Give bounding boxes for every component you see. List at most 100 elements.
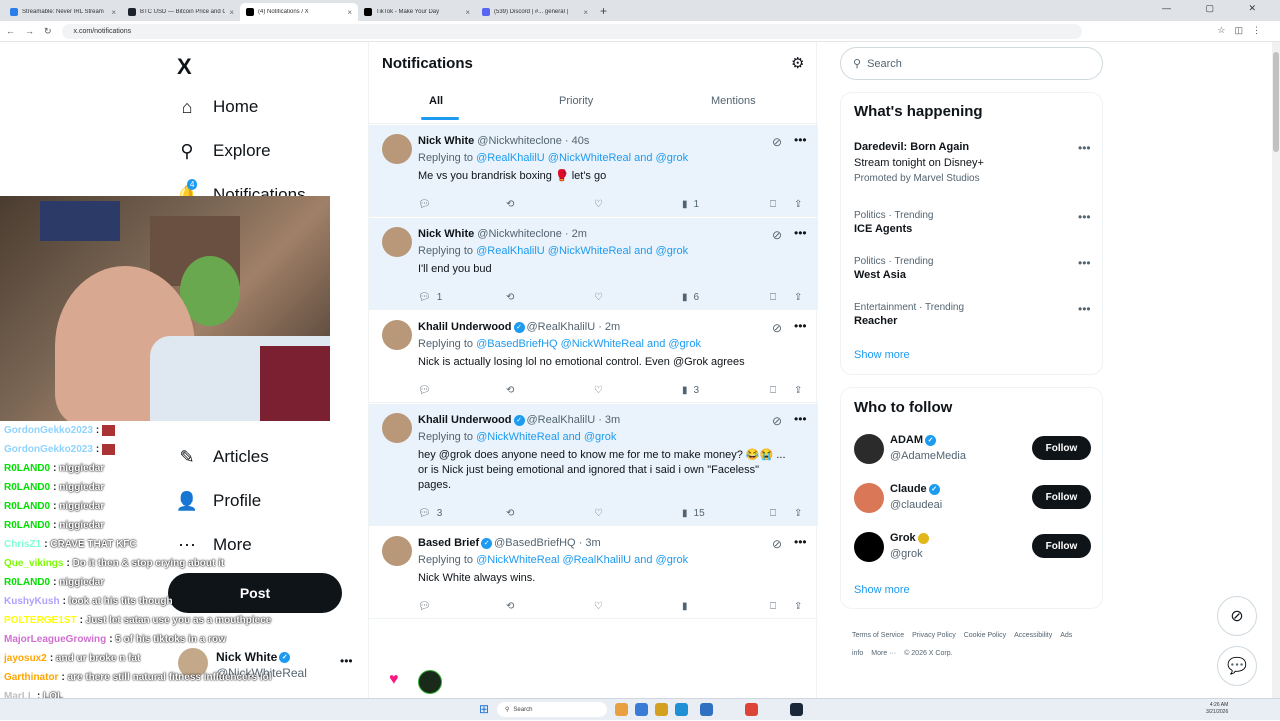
nav-item-home[interactable]: ⌂ Home [177, 97, 259, 117]
more-icon[interactable]: ••• [794, 319, 807, 333]
close-icon[interactable]: × [111, 8, 116, 17]
post-time[interactable]: · 3m [579, 537, 601, 549]
show-more-link[interactable]: Show more [854, 584, 910, 596]
mention-links[interactable]: @RealKhalilU @NickWhiteReal and @grok [476, 245, 688, 257]
browser-tab[interactable]: (4) Notifications / X × [240, 3, 358, 21]
share-button[interactable]: ⇪ [794, 199, 802, 210]
window-controls[interactable]: — ▢ ✕ [1162, 3, 1272, 14]
more-icon[interactable]: ••• [1078, 210, 1091, 224]
browser-tab[interactable]: BTC USD — Bitcoin Price and C × [122, 3, 240, 21]
author-name[interactable]: Based Brief [418, 537, 479, 549]
share-button[interactable]: ⇪ [794, 508, 802, 519]
windows-icon[interactable]: ⊞ [479, 702, 489, 716]
steam-icon[interactable] [790, 703, 803, 716]
more-icon[interactable]: ••• [1078, 256, 1091, 270]
grok-icon[interactable]: ⊘ [772, 537, 782, 551]
views-button[interactable]: ▮ 6 [682, 292, 699, 303]
avatar[interactable] [382, 413, 412, 443]
messages-icon[interactable]: 💬 [1217, 646, 1257, 686]
browser-toolbar-icons[interactable]: ☆◫⋮ [1217, 25, 1270, 36]
footer-link[interactable]: More ··· [871, 650, 896, 657]
trend-item[interactable]: Politics · Trending West Asia ••• [854, 256, 1094, 281]
tab-mentions[interactable]: Mentions [711, 95, 756, 107]
more-icon[interactable]: ••• [794, 535, 807, 549]
tab-all[interactable]: All [421, 95, 459, 120]
close-icon[interactable]: × [347, 8, 352, 17]
like-button[interactable]: ♡ [594, 199, 609, 210]
trend-item[interactable]: Daredevil: Born Again Stream tonight on D… [854, 141, 1094, 184]
close-icon[interactable]: × [583, 8, 588, 17]
like-button[interactable]: ♡ [594, 508, 609, 519]
mention-links[interactable]: @BasedBriefHQ @NickWhiteReal and @grok [476, 338, 701, 350]
url-field[interactable]: x.com/notifications [61, 23, 1082, 39]
more-icon[interactable]: ••• [1078, 141, 1091, 155]
author-name[interactable]: Khalil Underwood [418, 321, 512, 333]
app-icon[interactable] [700, 703, 713, 716]
reload-icon[interactable]: ↻ [44, 26, 52, 37]
views-button[interactable]: ▮ 3 [682, 385, 699, 396]
avatar[interactable] [382, 320, 412, 350]
follow-suggestion[interactable]: Claude ✓ @claudeai Follow [854, 483, 1094, 517]
scrollbar[interactable] [1272, 42, 1280, 698]
bookmark-button[interactable]: ⎕ [770, 199, 776, 210]
post-time[interactable]: · 2m [565, 228, 587, 240]
author-name[interactable]: Khalil Underwood [418, 414, 512, 426]
avatar[interactable] [382, 536, 412, 566]
trend-item[interactable]: Entertainment · Trending Reacher ••• [854, 302, 1094, 327]
app-icon[interactable] [615, 703, 628, 716]
notification-post[interactable]: Nick White @Nickwhiteclone · 40s Replyin… [369, 125, 818, 217]
mention-links[interactable]: @RealKhalilU @NickWhiteReal and @grok [476, 152, 688, 164]
like-button[interactable]: ♡ [594, 292, 609, 303]
notification-post[interactable]: Khalil Underwood ✓ @RealKhalilU · 2m Reply… [369, 311, 818, 403]
reply-button[interactable]: 💬︎ [418, 601, 437, 612]
repost-button[interactable]: ⟲ [506, 199, 520, 210]
grok-icon[interactable]: ⊘ [772, 414, 782, 428]
back-icon[interactable]: ← [6, 26, 15, 36]
follow-button[interactable]: Follow [1032, 485, 1091, 509]
bookmark-button[interactable]: ⎕ [770, 385, 776, 396]
avatar[interactable] [854, 532, 884, 562]
repost-button[interactable]: ⟲ [506, 385, 520, 396]
bookmark-button[interactable]: ⎕ [770, 292, 776, 303]
mention-links[interactable]: @NickWhiteReal @RealKhalilU and @grok [476, 554, 688, 566]
more-icon[interactable]: ••• [794, 226, 807, 240]
forward-icon[interactable]: → [25, 26, 34, 36]
notification-post[interactable]: Based Brief ✓ @BasedBriefHQ · 3m Replying … [369, 527, 818, 619]
avatar[interactable] [854, 483, 884, 513]
avatar[interactable] [382, 227, 412, 257]
views-button[interactable]: ▮ 15 [682, 508, 705, 519]
grok-icon[interactable]: ⊘ [1217, 596, 1257, 636]
avatar[interactable] [854, 434, 884, 464]
tab-priority[interactable]: Priority [559, 95, 593, 107]
more-icon[interactable]: ••• [1078, 302, 1091, 316]
close-icon[interactable]: × [465, 8, 470, 17]
post-time[interactable]: · 40s [565, 135, 589, 147]
chrome-icon[interactable] [745, 703, 758, 716]
follow-suggestion[interactable]: Grok @grok Follow [854, 532, 1094, 566]
search-input[interactable]: ⚲ Search [840, 47, 1103, 80]
x-logo[interactable]: X [177, 54, 192, 80]
more-icon[interactable]: ••• [340, 654, 353, 668]
footer-link[interactable]: Cookie Policy [964, 632, 1006, 639]
bookmark-button[interactable]: ⎕ [770, 601, 776, 612]
grok-icon[interactable]: ⊘ [772, 135, 782, 149]
more-icon[interactable]: ••• [794, 412, 807, 426]
author-name[interactable]: Nick White [418, 135, 474, 147]
more-icon[interactable]: ••• [794, 133, 807, 147]
follow-button[interactable]: Follow [1032, 534, 1091, 558]
gear-icon[interactable]: ⚙ [791, 54, 804, 72]
browser-tab[interactable]: TikTok - Make Your Day × [358, 3, 476, 21]
app-icon[interactable] [635, 703, 648, 716]
reply-button[interactable]: 💬︎ [418, 199, 437, 210]
author-name[interactable]: Nick White [418, 228, 474, 240]
close-icon[interactable]: × [229, 8, 234, 17]
grok-icon[interactable]: ⊘ [772, 321, 782, 335]
repost-button[interactable]: ⟲ [506, 292, 520, 303]
scrollbar-thumb[interactable] [1273, 52, 1279, 152]
follow-button[interactable]: Follow [1032, 436, 1091, 460]
views-button[interactable]: ▮ 1 [682, 199, 699, 210]
notification-post[interactable]: Nick White @Nickwhiteclone · 2m Replying… [369, 218, 818, 310]
like-button[interactable]: ♡ [594, 601, 609, 612]
reply-button[interactable]: 💬︎ [418, 385, 437, 396]
footer-link[interactable]: Terms of Service [852, 632, 904, 639]
